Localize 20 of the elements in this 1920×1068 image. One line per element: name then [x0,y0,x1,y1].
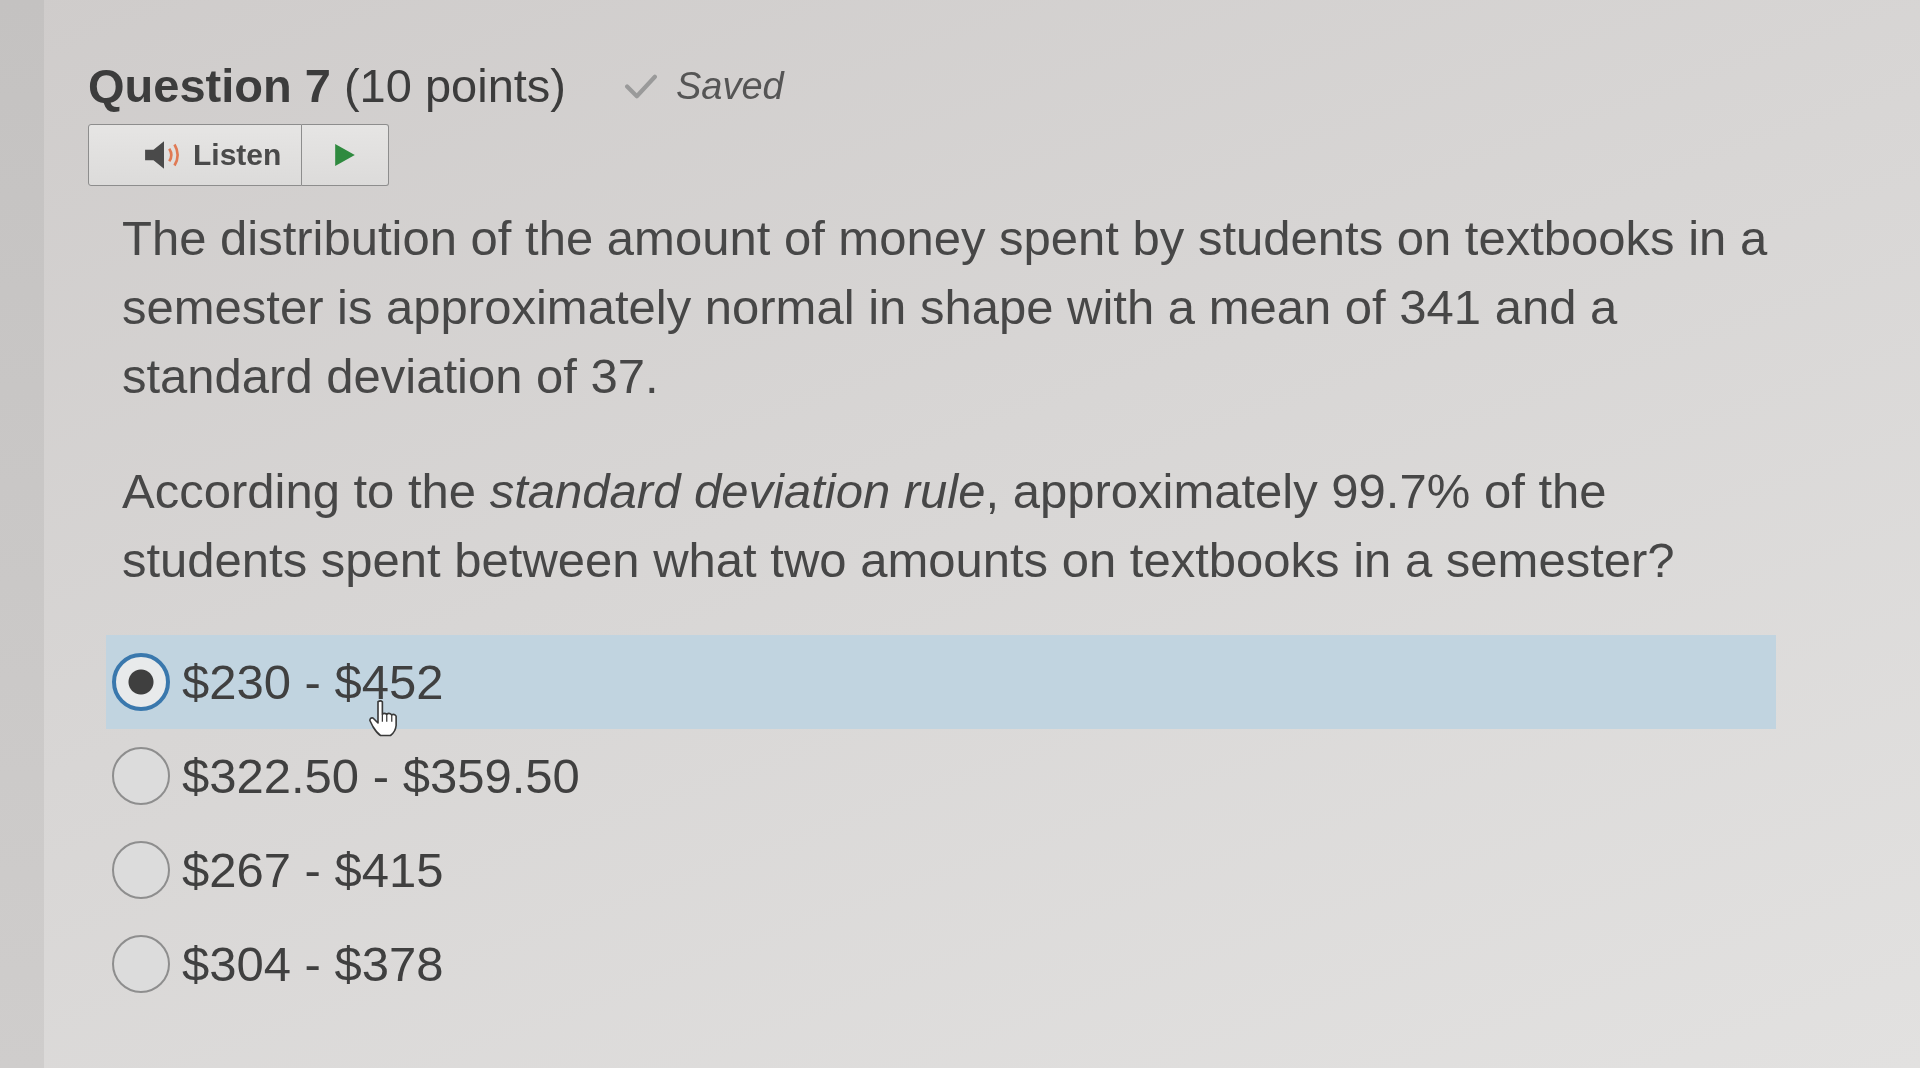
listen-button[interactable]: Listen [88,124,303,186]
option-label: $304 - $378 [182,936,444,992]
answer-option[interactable]: $304 - $378 [106,917,1776,1011]
play-button[interactable] [302,124,390,186]
checkmark-icon [624,73,658,99]
answer-option[interactable]: $230 - $452 [106,635,1776,729]
radio-button[interactable] [112,841,170,899]
radio-button[interactable] [112,935,170,993]
answer-option[interactable]: $267 - $415 [106,823,1776,917]
radio-button[interactable] [112,653,170,711]
option-label: $322.50 - $359.50 [182,748,580,804]
option-label: $267 - $415 [182,842,444,898]
question-text: According to the standard deviation rule, approximately 99.7% of the students spent between what two amounts on textbooks in a semester? [122,463,1676,589]
save-status: Saved [676,64,784,108]
option-label: $230 - $452 [182,654,444,710]
play-icon [334,143,357,167]
question-text: The distribution of the amount of money spent by students on textbooks in a semester is approximately normal in shape with a mean of 341 and a standard deviation of 37. [122,210,1769,405]
radio-button[interactable] [112,747,170,805]
answer-option[interactable]: $322.50 - $359.50 [106,729,1776,823]
question-title: Question 7 (10 points) [88,58,566,114]
